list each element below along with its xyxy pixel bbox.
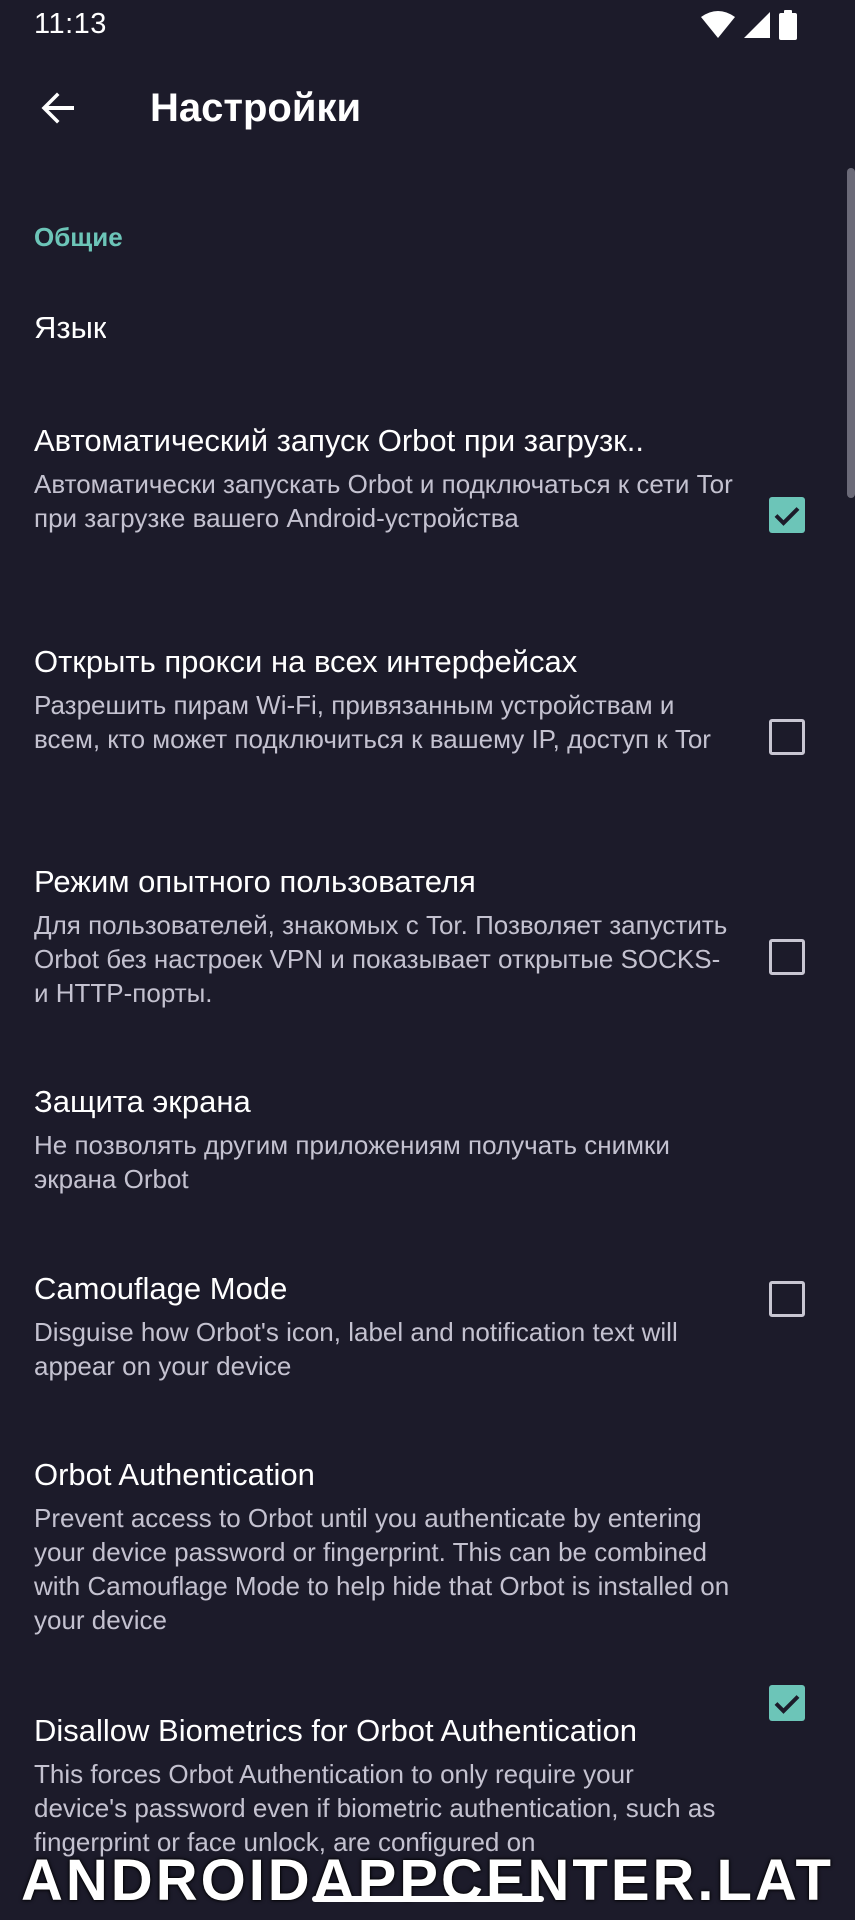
arrow-left-icon <box>38 88 78 133</box>
pref-camouflage-mode[interactable]: Camouflage Mode Disguise how Orbot's ico… <box>0 1271 855 1381</box>
autostart-checkbox[interactable] <box>769 497 805 533</box>
status-bar: 11:13 <box>0 0 855 50</box>
pref-summary: Prevent access to Orbot until you authen… <box>34 1503 730 1635</box>
pref-summary: Не позволять другим приложениям получать… <box>34 1130 670 1194</box>
pref-summary: Disguise how Orbot's icon, label and not… <box>34 1317 678 1381</box>
settings-list: Общие Язык Автоматический запуск Orbot п… <box>0 160 855 1920</box>
pref-title: Открыть прокси на всех интерфейсах <box>34 644 578 679</box>
back-button[interactable] <box>28 80 88 140</box>
pref-title: Защита экрана <box>34 1084 251 1119</box>
battery-icon <box>779 10 797 45</box>
gesture-navigation-bar[interactable] <box>312 1896 544 1902</box>
pref-language[interactable]: Язык <box>0 310 855 370</box>
wifi-icon <box>701 11 735 44</box>
pref-autostart[interactable]: Автоматический запуск Orbot при загрузк.… <box>0 423 855 573</box>
pref-power-user[interactable]: Режим опытного пользователя Для пользова… <box>0 864 855 1014</box>
pref-orbot-authentication[interactable]: Orbot Authentication Prevent access to O… <box>0 1457 855 1721</box>
pref-summary: This forces Orbot Authentication to only… <box>34 1759 716 1857</box>
app-bar: Настройки <box>0 60 855 160</box>
pref-title: Disallow Biometrics for Orbot Authentica… <box>34 1713 638 1748</box>
pref-title: Camouflage Mode <box>34 1271 288 1306</box>
power-user-checkbox[interactable] <box>769 939 805 975</box>
pref-title: Orbot Authentication <box>34 1457 315 1492</box>
pref-summary: Для пользователей, знакомых с Tor. Позво… <box>34 910 728 1008</box>
page-title: Настройки <box>150 86 362 130</box>
pref-summary: Разрешить пирам Wi-Fi, привязанным устро… <box>34 690 711 754</box>
open-proxy-checkbox[interactable] <box>769 719 805 755</box>
cell-signal-icon <box>743 11 771 44</box>
pref-title: Язык <box>34 310 107 345</box>
pref-summary: Автоматически запускать Orbot и подключа… <box>34 469 733 533</box>
pref-title: Режим опытного пользователя <box>34 864 476 899</box>
section-header-general: Общие <box>34 222 123 252</box>
status-icons <box>701 10 797 45</box>
pref-title: Автоматический запуск Orbot при загрузк.… <box>34 423 644 458</box>
watermark: ANDROIDAPPCENTER.LAT <box>21 1848 834 1913</box>
pref-screen-security[interactable]: Защита экрана Не позволять другим прилож… <box>0 1084 855 1317</box>
status-time: 11:13 <box>34 8 107 40</box>
pref-open-proxy[interactable]: Открыть прокси на всех интерфейсах Разре… <box>0 644 855 794</box>
